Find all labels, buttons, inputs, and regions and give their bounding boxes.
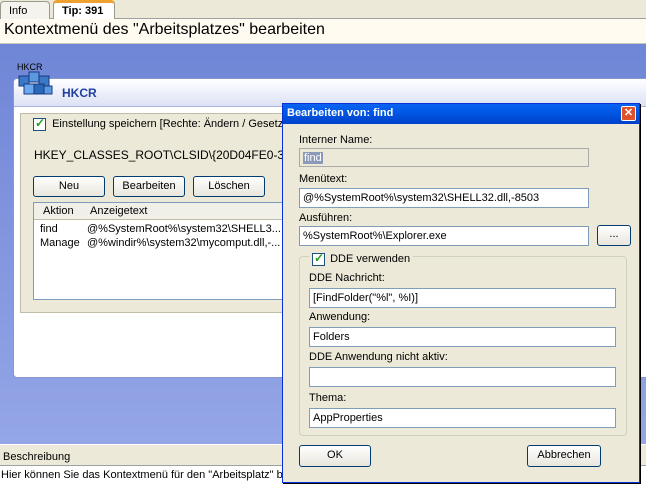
application-field[interactable]: Folders <box>309 327 616 347</box>
tab-strip: Info Tip: 391 <box>0 0 646 20</box>
internal-name-value: find <box>303 152 323 164</box>
close-icon[interactable]: ✕ <box>621 106 636 121</box>
new-button[interactable]: Neu <box>33 176 105 197</box>
topic-field[interactable]: AppProperties <box>309 408 616 428</box>
tab-tip[interactable]: Tip: 391 <box>53 0 115 20</box>
list-item-text: @%windir%\system32\mycomput.dll,-... <box>87 237 281 249</box>
dialog-title: Bearbeiten von: find <box>287 107 394 119</box>
dialog-title-bar[interactable]: Bearbeiten von: find ✕ <box>283 104 639 124</box>
ok-button[interactable]: OK <box>299 445 371 467</box>
edit-dialog: Bearbeiten von: find ✕ Interner Name: fi… <box>282 103 640 483</box>
application-label: Anwendung: <box>309 311 371 323</box>
registry-path: HKEY_CLASSES_ROOT\CLSID\{20D04FE0-3AEA- <box>34 148 313 162</box>
column-header-text[interactable]: Anzeigetext <box>90 205 147 217</box>
dde-inactive-field[interactable] <box>309 367 616 387</box>
execute-field[interactable]: %SystemRoot%\Explorer.exe <box>299 226 589 246</box>
list-header: Aktion Anzeigetext <box>34 203 292 220</box>
panel-title: HKCR <box>62 86 97 100</box>
dde-label: DDE verwenden <box>330 253 411 266</box>
tab-info[interactable]: Info <box>0 1 50 19</box>
internal-name-field[interactable]: find <box>299 148 589 167</box>
list-item[interactable]: find @%SystemRoot%\system32\SHELL3... <box>34 223 292 237</box>
action-list[interactable]: Aktion Anzeigetext find @%SystemRoot%\sy… <box>33 202 293 300</box>
list-item-text: @%SystemRoot%\system32\SHELL3... <box>87 223 281 235</box>
topic-label: Thema: <box>309 392 347 404</box>
internal-name-label: Interner Name: <box>299 134 373 146</box>
save-settings-label: Einstellung speichern [Rechte: Ändern / … <box>52 118 290 131</box>
column-header-action[interactable]: Aktion <box>43 205 74 217</box>
menutext-field[interactable]: @%SystemRoot%\system32\SHELL32.dll,-8503 <box>299 188 589 208</box>
dde-inactive-label: DDE Anwendung nicht aktiv: <box>309 351 448 363</box>
cancel-button[interactable]: Abbrechen <box>527 445 601 467</box>
list-item[interactable]: Manage @%windir%\system32\mycomput.dll,-… <box>34 237 292 251</box>
save-settings-row: Einstellung speichern [Rechte: Ändern / … <box>33 116 290 131</box>
save-settings-checkbox[interactable] <box>33 116 46 131</box>
dde-checkbox[interactable] <box>312 251 325 266</box>
browse-button[interactable]: ... <box>597 225 631 246</box>
execute-label: Ausführen: <box>299 212 353 224</box>
dde-message-field[interactable]: [FindFolder("%l", %I)] <box>309 288 616 308</box>
menutext-label: Menütext: <box>299 173 348 185</box>
list-item-action: find <box>40 223 58 235</box>
dde-checkbox-row: DDE verwenden <box>309 251 414 266</box>
list-item-action: Manage <box>40 237 80 249</box>
registry-icon <box>18 71 53 95</box>
page-title: Kontextmenü des "Arbeitsplatzes" bearbei… <box>0 19 646 44</box>
delete-button[interactable]: Löschen <box>193 176 265 197</box>
edit-button[interactable]: Bearbeiten <box>113 176 185 197</box>
dde-message-label: DDE Nachricht: <box>309 272 385 284</box>
